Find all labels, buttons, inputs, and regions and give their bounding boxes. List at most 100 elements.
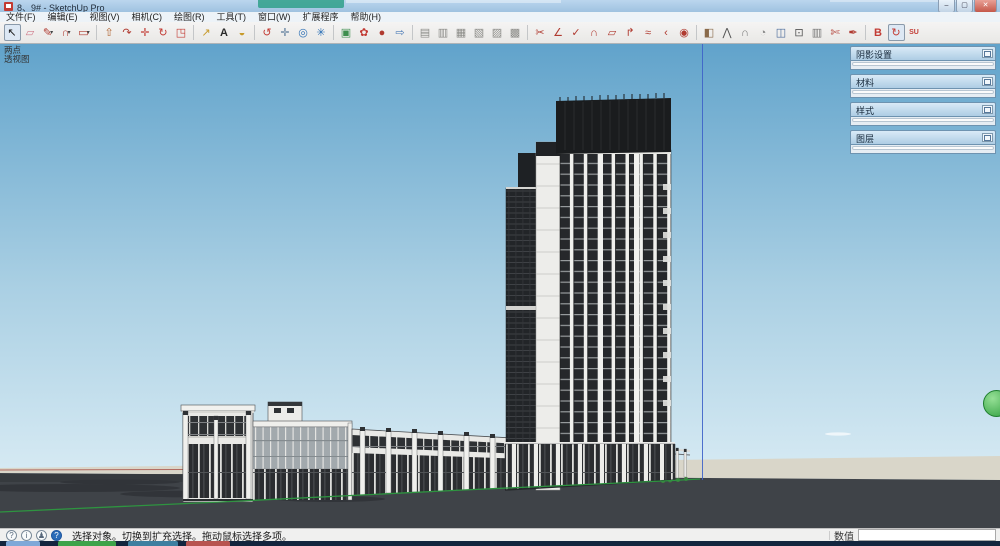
cutter-tool-button[interactable]: ✄ [827,24,844,41]
sphere-tool-button[interactable]: ◔ [755,24,772,41]
warehouse-tool-button[interactable]: B [870,24,887,41]
push-pull-tool-button[interactable]: ⇧ [101,24,118,41]
flip-tool-button[interactable]: ↱ [622,24,639,41]
shadows-tool-button[interactable]: ● [374,24,391,41]
menu-file[interactable]: 文件(F) [0,12,42,22]
sandbox-smoove-tool-button[interactable]: ▦ [453,24,470,41]
angle-tool-button[interactable]: ‹ [658,24,675,41]
rotate-tool-button[interactable]: ↻ [155,24,172,41]
zoom-extents-tool-button[interactable]: ✳ [313,24,330,41]
panel-title-bar[interactable]: 样式 [850,102,996,116]
cut-tool-button[interactable]: ✂ [532,24,549,41]
layout-su-tool-button[interactable]: SU [906,24,923,41]
windows-taskbar[interactable] [0,541,1000,546]
box-tool-button[interactable]: ◧ [701,24,718,41]
start-orb-icon[interactable] [6,541,40,546]
scale-tool-button[interactable]: ◳ [173,24,190,41]
arc-tool-button[interactable]: ∩▾ [58,24,75,41]
paint-bucket-tool-button[interactable]: ◒ [234,24,251,41]
offset-tool-button[interactable]: ▱ [604,24,621,41]
point-tool-button[interactable]: ◉ [676,24,693,41]
extensions-tool-button[interactable]: ↻ [888,24,905,41]
layout-su-tool-icon: SU [909,29,919,36]
pages-tool-button[interactable]: ◫ [773,24,790,41]
close-button[interactable]: ✕ [974,0,997,12]
dropdown-caret-icon[interactable]: ▾ [87,29,90,36]
taskbar-app-icon[interactable] [186,541,230,546]
taskbar-app-icon[interactable] [128,541,178,546]
sandbox-from-scratch-tool-icon: ▥ [438,26,448,39]
dropdown-caret-icon[interactable]: ▾ [67,29,70,36]
dome-tool-button[interactable]: ∩ [737,24,754,41]
panel-collapse-button[interactable] [982,77,993,86]
sandbox-stamp-tool-button[interactable]: ▧ [471,24,488,41]
sandbox-smoove-tool-icon: ▦ [456,26,466,39]
maximize-button[interactable]: ▢ [956,0,973,12]
zoom-tool-button[interactable]: ◎ [295,24,312,41]
panel-materials: 材料 [850,74,996,98]
move-tool-button[interactable]: ✛ [137,24,154,41]
export-tool-button[interactable]: ⇨ [392,24,409,41]
check-tool-button[interactable]: ✓ [568,24,585,41]
select-tool-button[interactable]: ↖ [4,24,21,41]
menu-edit[interactable]: 编辑(E) [42,12,84,22]
panel-title-bar[interactable]: 材料 [850,74,996,88]
viewport-canvas[interactable]: 两点 透视图 阴影设置 材料 [0,44,1000,528]
components-tool-icon: ✿ [359,26,368,39]
knife-tool-button[interactable]: ✒ [845,24,862,41]
panel-collapse-button[interactable] [982,105,993,114]
sandbox-from-contours-tool-button[interactable]: ▤ [417,24,434,41]
menu-help[interactable]: 帮助(H) [345,12,388,22]
components-tool-button[interactable]: ✿ [356,24,373,41]
offset-tool-icon: ▱ [608,26,616,39]
geolocation-icon[interactable]: ? [6,530,17,541]
measurement-input[interactable] [858,529,996,541]
pan-tool-button[interactable]: ✛ [277,24,294,41]
stack-tool-button[interactable]: ▥ [809,24,826,41]
ruler-tool-icon: ⋀ [722,26,731,39]
dropdown-caret-icon[interactable]: ▾ [50,29,53,36]
sandbox-detail-tool-button[interactable]: ▩ [507,24,524,41]
select-box-tool-button[interactable]: ⊡ [791,24,808,41]
cloud [825,432,851,435]
protractor-tool-button[interactable]: ∠ [550,24,567,41]
eraser-tool-icon: ▱ [26,26,34,39]
menu-draw[interactable]: 绘图(R) [168,12,211,22]
toolbar-separator [96,25,97,40]
taskbar-app-icon[interactable] [58,541,116,546]
sandbox-from-scratch-tool-button[interactable]: ▥ [435,24,452,41]
window-controls: –▢✕ [937,0,997,12]
panel-collapse-button[interactable] [982,49,993,58]
help-icon[interactable]: ? [51,530,62,541]
freehand-tool-button[interactable]: ≈ [640,24,657,41]
panel-title: 图层 [856,132,874,145]
menu-tools[interactable]: 工具(T) [211,12,253,22]
menu-extensions[interactable]: 扩展程序 [297,12,345,22]
views-tool-button[interactable]: ▣ [338,24,355,41]
panel-title-bar[interactable]: 阴影设置 [850,46,996,60]
text-tool-button[interactable]: A [216,24,233,41]
point-tool-icon: ◉ [679,26,689,39]
orbit-tool-button[interactable]: ↺ [259,24,276,41]
line-tool-button[interactable]: ✎▾ [40,24,57,41]
menu-view[interactable]: 视图(V) [84,12,126,22]
eraser-tool-button[interactable]: ▱ [22,24,39,41]
sandbox-from-contours-tool-icon: ▤ [420,26,430,39]
panel-title-bar[interactable]: 图层 [850,130,996,144]
signin-icon[interactable]: ♟ [36,530,47,541]
bezier-tool-button[interactable]: ∩ [586,24,603,41]
rectangle-tool-button[interactable]: ▭▾ [76,24,93,41]
toolbar-separator [333,25,334,40]
window-title: 8、9# - SketchUp Pro [17,1,105,12]
restore-icon [984,107,991,113]
follow-me-tool-button[interactable]: ↷ [119,24,136,41]
panel-collapse-button[interactable] [982,133,993,142]
angle-tool-icon: ‹ [664,27,668,39]
tape-measure-tool-button[interactable]: ↗ [198,24,215,41]
ruler-tool-button[interactable]: ⋀ [719,24,736,41]
menu-camera[interactable]: 相机(C) [126,12,169,22]
credit-icon[interactable]: i [21,530,32,541]
sandbox-drape-tool-button[interactable]: ▨ [489,24,506,41]
minimize-button[interactable]: – [938,0,955,12]
menu-window[interactable]: 窗口(W) [252,12,297,22]
